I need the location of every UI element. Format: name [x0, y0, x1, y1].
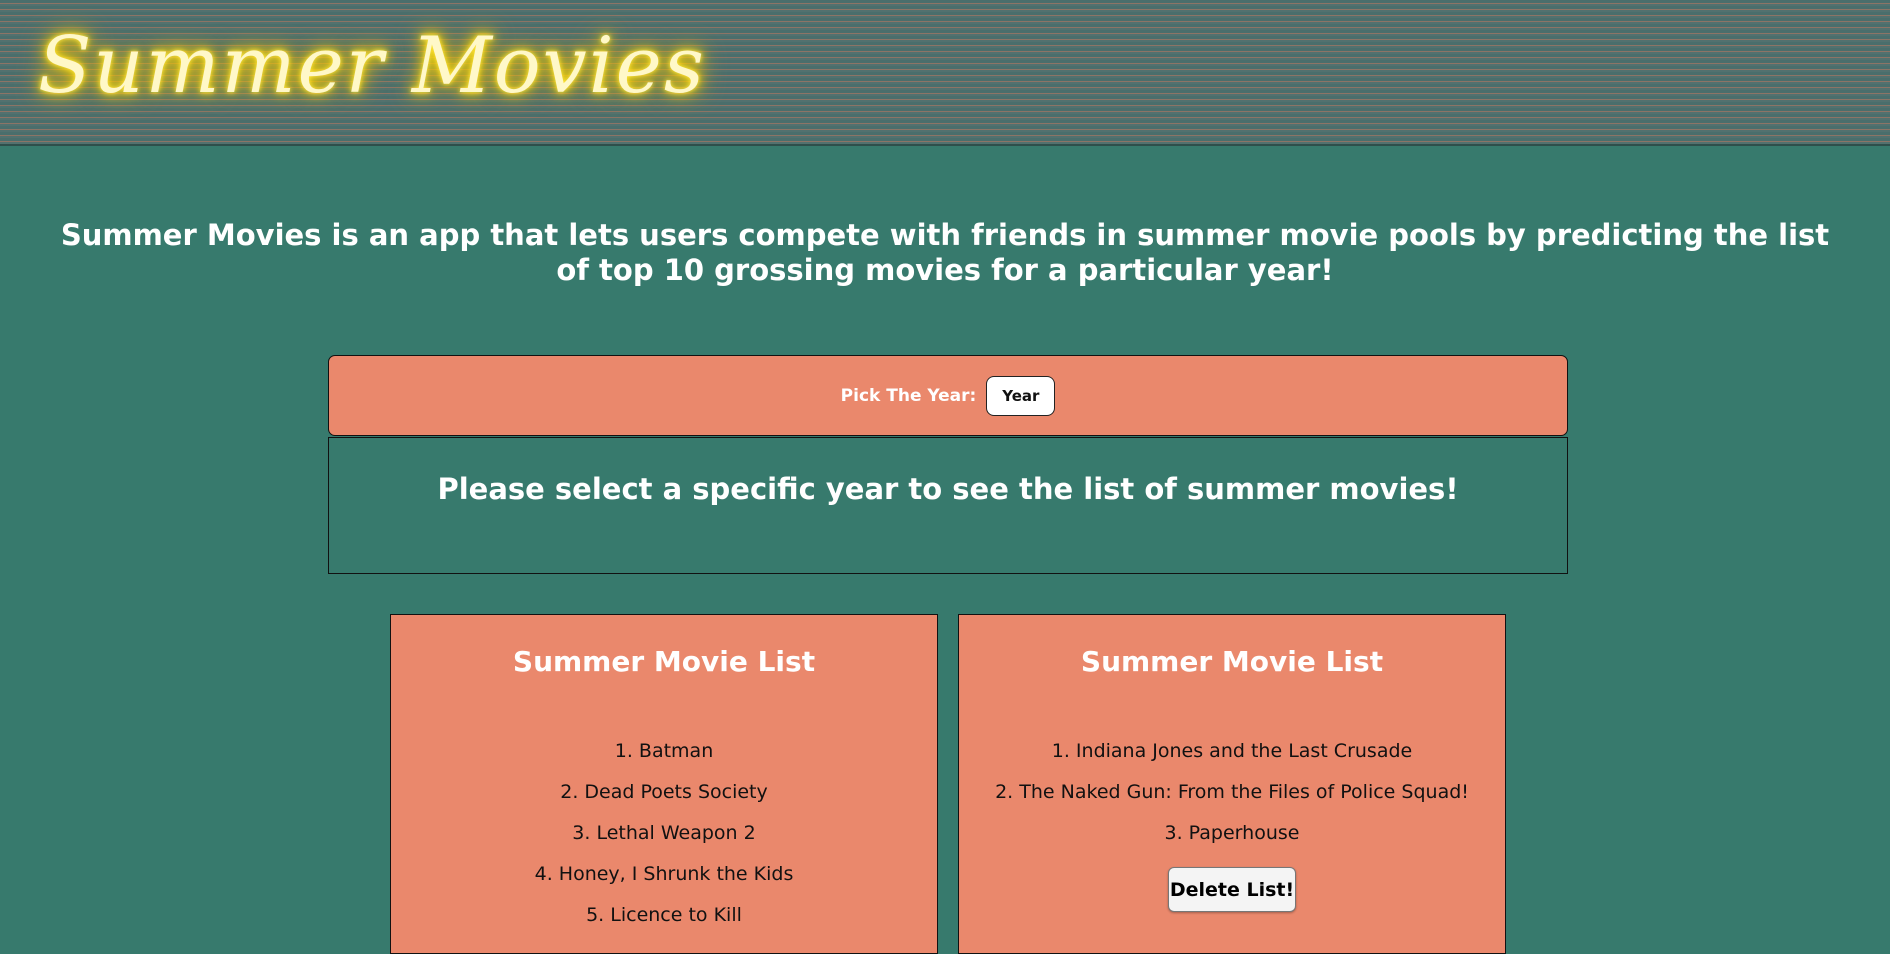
intro-text: Summer Movies is an app that lets users …	[60, 218, 1830, 287]
card-title: Summer Movie List	[1080, 645, 1384, 678]
app-logo[interactable]: Summer Movies	[38, 6, 706, 126]
list-item: 3. Lethal Weapon 2	[572, 822, 756, 844]
site-header: Summer Movies	[0, 0, 1890, 146]
message-panel: Please select a specific year to see the…	[328, 437, 1568, 574]
list-item: 3. Paperhouse	[1164, 822, 1300, 844]
list-item: 2. Dead Poets Society	[560, 781, 768, 803]
movie-list-card-1: Summer Movie List 1. Batman 2. Dead Poet…	[390, 614, 938, 954]
movie-list: 1. Batman 2. Dead Poets Society 3. Letha…	[391, 731, 937, 936]
list-item: 1. Batman	[614, 740, 714, 762]
list-item: 1. Indiana Jones and the Last Crusade	[1051, 740, 1413, 762]
year-picker-label: Pick The Year:	[840, 385, 977, 406]
movie-list: 1. Indiana Jones and the Last Crusade 2.…	[959, 731, 1505, 854]
list-item: 4. Honey, I Shrunk the Kids	[534, 863, 794, 885]
message-text: Please select a specific year to see the…	[437, 472, 1459, 506]
delete-list-button[interactable]: Delete List!	[1168, 867, 1296, 912]
card-title: Summer Movie List	[512, 645, 816, 678]
movie-list-card-2: Summer Movie List 1. Indiana Jones and t…	[958, 614, 1506, 954]
year-select[interactable]: Year	[986, 375, 1056, 416]
list-item: 2. The Naked Gun: From the Files of Poli…	[995, 781, 1469, 803]
year-picker-bar: Pick The Year: Year	[328, 355, 1568, 436]
